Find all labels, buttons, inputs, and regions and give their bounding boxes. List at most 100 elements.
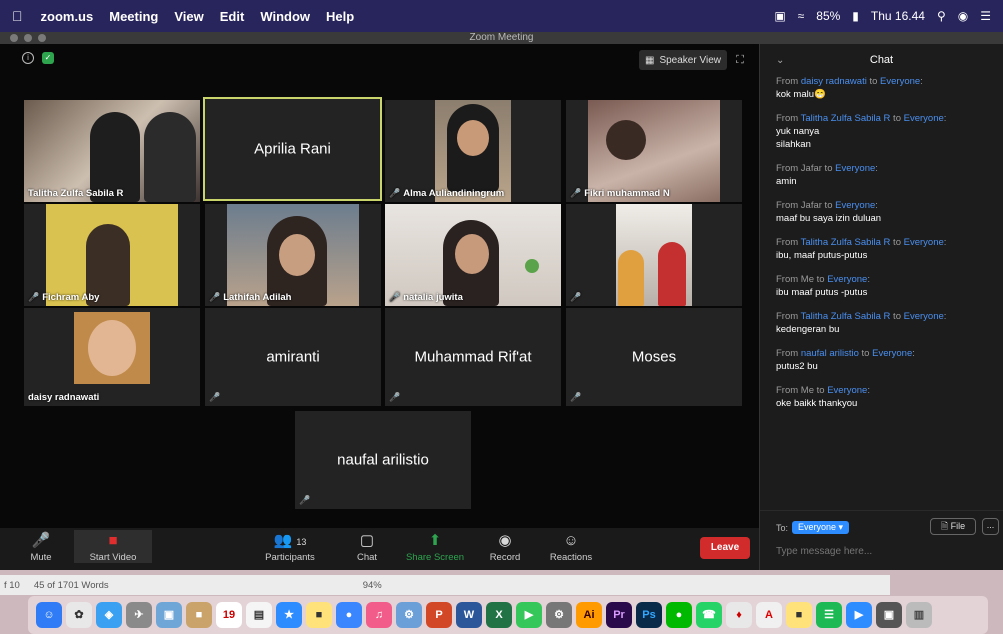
security-shield-icon[interactable]: ✓: [42, 52, 54, 64]
chat-message-header: From Talitha Zulfa Sabila R to Everyone:: [776, 237, 987, 249]
chat-suffix: :: [875, 200, 878, 211]
participant-tile[interactable]: 🎤 Lathifah Adilah: [205, 204, 381, 306]
screen-share-icon[interactable]: ▣: [774, 9, 785, 23]
fullscreen-icon[interactable]: ⛶: [730, 50, 750, 70]
participant-tile[interactable]: 🎤 natalia juwita: [385, 204, 561, 306]
participant-tile[interactable]: Talitha Zulfa Sabila R: [24, 100, 200, 202]
control-center-icon[interactable]: ☰: [980, 9, 991, 23]
chat-message-input[interactable]: [776, 546, 986, 557]
messages-icon[interactable]: ●: [336, 602, 362, 628]
participant-tile[interactable]: 🎤: [566, 204, 742, 306]
menu-edit[interactable]: Edit: [220, 9, 245, 24]
recipient-dropdown[interactable]: Everyone ▾: [792, 521, 850, 534]
menu-view[interactable]: View: [174, 9, 203, 24]
stickies-icon[interactable]: ■: [306, 602, 332, 628]
contacts-icon[interactable]: ■: [186, 602, 212, 628]
photos-icon[interactable]: ✿: [66, 602, 92, 628]
zoom-level[interactable]: 94%: [363, 580, 382, 591]
trash-icon[interactable]: ▥: [906, 602, 932, 628]
app-store-icon[interactable]: ★: [276, 602, 302, 628]
music-icon[interactable]: ♫: [366, 602, 392, 628]
participants-button[interactable]: 👥 13 Participants: [254, 530, 326, 563]
zoom-icon[interactable]: ▶: [846, 602, 872, 628]
participant-tile[interactable]: 🎤 Fichram Aby: [24, 204, 200, 306]
battery-icon[interactable]: ▮: [852, 9, 859, 23]
more-options-button[interactable]: ...: [982, 518, 999, 535]
wifi-icon[interactable]: ≈: [798, 9, 805, 23]
premiere-icon[interactable]: Pr: [606, 602, 632, 628]
word-icon[interactable]: W: [456, 602, 482, 628]
menu-app-name[interactable]: zoom.us: [41, 9, 94, 24]
chat-button[interactable]: ▢ Chat: [332, 530, 402, 563]
facetime-icon[interactable]: ▶: [516, 602, 542, 628]
chat-message-list[interactable]: From daisy radnawati to Everyone: kok mal…: [760, 76, 1003, 410]
participant-tile[interactable]: amiranti 🎤: [205, 308, 381, 406]
participant-tile[interactable]: Muhammad Rif'at 🎤: [385, 308, 561, 406]
launchpad-icon[interactable]: ✈: [126, 602, 152, 628]
share-screen-icon: ⬆: [428, 532, 442, 549]
search-icon[interactable]: ⚲: [937, 9, 946, 23]
chat-bubble-icon: ▢: [359, 532, 375, 549]
stickies2-icon[interactable]: ■: [786, 602, 812, 628]
start-video-button[interactable]: ■ Start Video: [74, 530, 152, 563]
video-feed-face: [457, 120, 489, 156]
notes-icon[interactable]: ▤: [246, 602, 272, 628]
illustrator-icon[interactable]: Ai: [576, 602, 602, 628]
acrobat-icon[interactable]: A: [756, 602, 782, 628]
participant-name: 🎤 natalia juwita: [389, 292, 463, 303]
microphone-icon: 🎤: [31, 532, 51, 549]
chat-recipient: Everyone: [872, 348, 913, 359]
chat-suffix: :: [867, 274, 870, 285]
chat-suffix: :: [943, 311, 947, 322]
preview-icon[interactable]: ▣: [156, 602, 182, 628]
powerpoint-icon[interactable]: P: [426, 602, 452, 628]
info-icon[interactable]: i: [22, 52, 34, 64]
excel-icon[interactable]: X: [486, 602, 512, 628]
chat-message: From Jafar to Everyone: maaf bu saya izin…: [760, 200, 1003, 225]
reactions-button[interactable]: ☺ Reactions: [536, 530, 606, 563]
menu-window[interactable]: Window: [260, 9, 310, 24]
monitor-icon[interactable]: ▣: [876, 602, 902, 628]
app-icon[interactable]: ♦: [726, 602, 752, 628]
siri-icon[interactable]: ◉: [958, 9, 968, 23]
participant-tile-active-speaker[interactable]: Aprilia Rani: [203, 97, 382, 201]
chat-message-text: putus2 bu: [776, 361, 818, 372]
apple-icon[interactable]: : [12, 8, 23, 24]
chat-prefix: From Jafar to: [776, 163, 836, 174]
participant-tile[interactable]: 🎤 Alma Auliandiningrum: [385, 100, 561, 202]
chat-prefix: From Jafar to: [776, 200, 836, 211]
system-prefs-icon[interactable]: ⚙: [396, 602, 422, 628]
finder-icon[interactable]: ☺: [36, 602, 62, 628]
menu-meeting[interactable]: Meeting: [109, 9, 158, 24]
settings-icon[interactable]: ⚙: [546, 602, 572, 628]
mute-button[interactable]: 🎤 Mute: [6, 530, 76, 563]
photoshop-icon[interactable]: Ps: [636, 602, 662, 628]
participant-tile[interactable]: Moses 🎤: [566, 308, 742, 406]
word-count[interactable]: 45 of 1701 Words: [34, 580, 109, 591]
video-feed-person: [618, 250, 644, 306]
whatsapp-icon[interactable]: ☎: [696, 602, 722, 628]
video-off-icon: ■: [108, 532, 118, 549]
file-button[interactable]: 🗎 File: [930, 518, 976, 535]
participant-tile[interactable]: daisy radnawati: [24, 308, 200, 406]
chat-recipient: Everyone: [903, 237, 944, 248]
chat-sender: Talitha Zulfa Sabila R: [800, 311, 891, 322]
calendar-icon[interactable]: 19: [216, 602, 242, 628]
clock[interactable]: Thu 16.44: [871, 9, 925, 23]
record-button[interactable]: ◉ Record: [470, 530, 540, 563]
participant-tile[interactable]: 🎤 Fikri muhammad N: [566, 100, 742, 202]
muted-mic-icon: 🎤: [570, 188, 582, 198]
menu-help[interactable]: Help: [326, 9, 354, 24]
leave-button[interactable]: Leave: [700, 537, 750, 559]
video-feed-face: [455, 234, 489, 274]
line-icon[interactable]: ●: [666, 602, 692, 628]
chat-message-text: kedengeran bu: [776, 324, 840, 335]
spotify-icon[interactable]: ☰: [816, 602, 842, 628]
share-screen-button[interactable]: ⬆ Share Screen: [400, 530, 470, 563]
video-gallery: i ✓ ▦ Speaker View ⛶ Talitha Zulfa Sabil…: [0, 44, 759, 528]
battery-percent[interactable]: 85%: [816, 9, 840, 23]
speaker-view-button[interactable]: ▦ Speaker View: [639, 50, 727, 70]
chat-message-header: From Me to Everyone:: [776, 385, 987, 397]
participant-tile[interactable]: naufal arilistio 🎤: [295, 411, 471, 509]
safari-icon[interactable]: ◈: [96, 602, 122, 628]
